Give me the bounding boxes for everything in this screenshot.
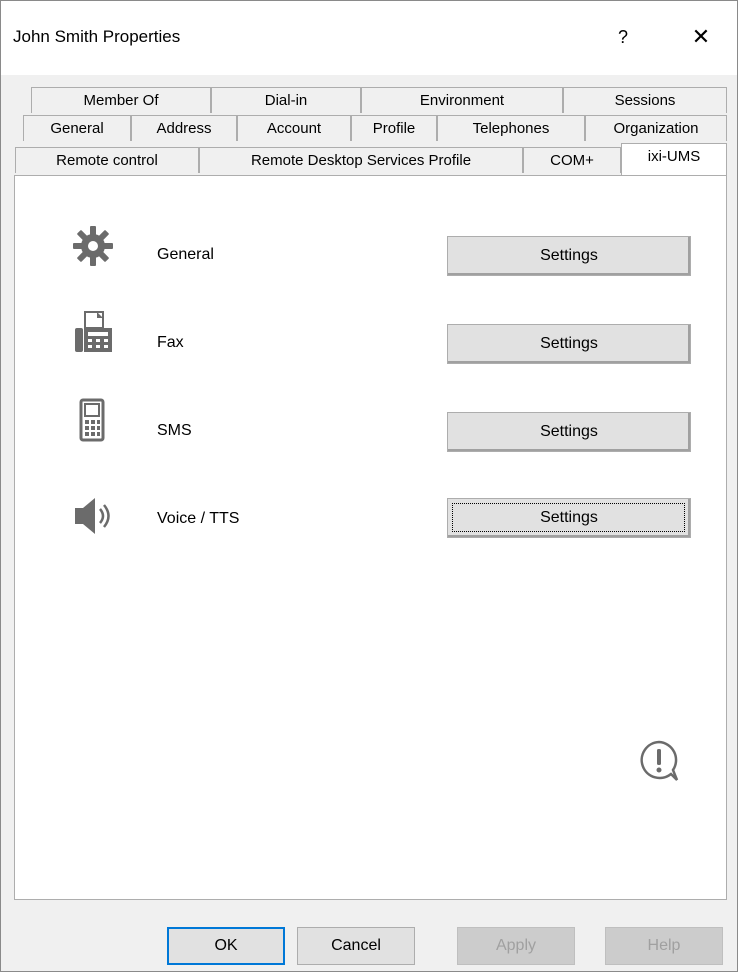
sms-label: SMS <box>157 422 192 439</box>
fax-settings-button[interactable]: Settings <box>447 324 691 364</box>
close-button[interactable]: ✕ <box>681 17 721 57</box>
tab-account[interactable]: Account <box>237 115 351 141</box>
tab-com-plus[interactable]: COM+ <box>523 147 621 173</box>
tab-profile[interactable]: Profile <box>351 115 437 141</box>
mobile-phone-icon <box>79 398 105 442</box>
tab-general[interactable]: General <box>23 115 131 141</box>
sms-settings-button[interactable]: Settings <box>447 412 691 452</box>
fax-icon <box>75 311 112 352</box>
tab-address[interactable]: Address <box>131 115 237 141</box>
tab-environment[interactable]: Environment <box>361 87 563 113</box>
info-bubble-icon[interactable] <box>635 738 683 786</box>
tab-dial-in[interactable]: Dial-in <box>211 87 361 113</box>
tab-member-of[interactable]: Member Of <box>31 87 211 113</box>
speaker-icon <box>75 498 110 534</box>
cancel-button[interactable]: Cancel <box>297 927 415 965</box>
window-title: John Smith Properties <box>13 27 181 46</box>
tab-panel: General Settings Fax Settings SMS Settin… <box>14 175 727 900</box>
general-settings-button[interactable]: Settings <box>447 236 691 276</box>
tab-telephones[interactable]: Telephones <box>437 115 585 141</box>
help-button[interactable]: Help <box>605 927 723 965</box>
tab-ixi-ums[interactable]: ixi-UMS <box>621 143 727 175</box>
general-label: General <box>157 246 214 263</box>
ok-button[interactable]: OK <box>167 927 285 965</box>
help-title-button[interactable]: ? <box>603 17 643 57</box>
apply-button[interactable]: Apply <box>457 927 575 965</box>
title-bar: John Smith Properties ? ✕ <box>1 1 737 75</box>
properties-dialog: John Smith Properties ? ✕ Member Of Dial… <box>0 0 738 972</box>
voice-tts-settings-button[interactable]: Settings <box>447 498 691 538</box>
voice-tts-label: Voice / TTS <box>157 510 240 527</box>
tab-remote-control[interactable]: Remote control <box>15 147 199 173</box>
tab-sessions[interactable]: Sessions <box>563 87 727 113</box>
tab-organization[interactable]: Organization <box>585 115 727 141</box>
tab-rds-profile[interactable]: Remote Desktop Services Profile <box>199 147 523 173</box>
gear-icon <box>73 226 113 266</box>
fax-label: Fax <box>157 334 184 351</box>
